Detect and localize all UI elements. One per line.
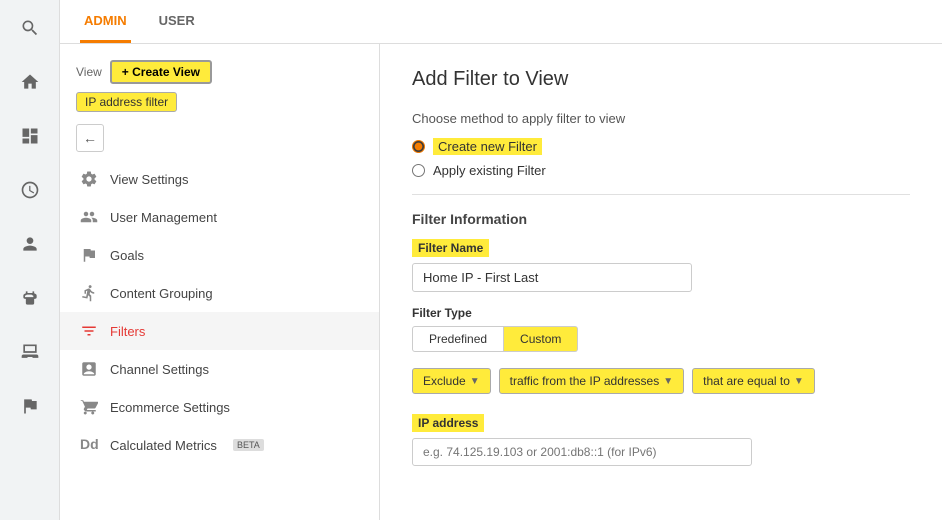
filter-name-field: Filter Name	[412, 239, 910, 292]
radio-create-new-input[interactable]	[412, 140, 425, 153]
goals-label: Goals	[110, 248, 144, 263]
exclude-arrow-icon: ▼	[470, 376, 480, 387]
sidebar-item-channel-settings[interactable]: Channel Settings	[60, 350, 379, 388]
home-icon[interactable]	[12, 64, 48, 100]
tab-admin[interactable]: ADMIN	[80, 1, 131, 43]
divider-1	[412, 194, 910, 195]
sidebar-item-content-grouping[interactable]: Content Grouping	[60, 274, 379, 312]
fork-icon[interactable]	[12, 280, 48, 316]
user-management-label: User Management	[110, 210, 217, 225]
ecommerce-icon	[80, 398, 98, 416]
filter-info-title: Filter Information	[412, 211, 910, 227]
content-grouping-icon	[80, 284, 98, 302]
create-view-button[interactable]: + Create View	[110, 60, 212, 84]
calculated-metrics-icon: Dd	[80, 436, 98, 454]
sidebar: View + Create View IP address filter ← V…	[60, 44, 380, 520]
ip-address-input[interactable]	[412, 438, 752, 466]
filter-type-field: Filter Type Predefined Custom	[412, 306, 910, 352]
channel-settings-label: Channel Settings	[110, 362, 209, 377]
content-area: View + Create View IP address filter ← V…	[60, 44, 942, 520]
content-grouping-label: Content Grouping	[110, 286, 213, 301]
radio-create-new-label: Create new Filter	[433, 138, 542, 155]
view-settings-label: View Settings	[110, 172, 189, 187]
radio-apply-existing[interactable]: Apply existing Filter	[412, 163, 910, 178]
person-icon[interactable]	[12, 226, 48, 262]
beta-badge: BETA	[233, 439, 264, 451]
ip-address-label: IP address	[412, 414, 484, 432]
filter-type-buttons: Predefined Custom	[412, 326, 910, 352]
sidebar-item-user-management[interactable]: User Management	[60, 198, 379, 236]
sidebar-item-filters[interactable]: Filters	[60, 312, 379, 350]
user-management-icon	[80, 208, 98, 226]
ecommerce-label: Ecommerce Settings	[110, 400, 230, 415]
channel-settings-icon	[80, 360, 98, 378]
sidebar-item-calculated-metrics[interactable]: Dd Calculated Metrics BETA	[60, 426, 379, 464]
goals-icon	[80, 246, 98, 264]
filter-type-label: Filter Type	[412, 306, 910, 320]
filter-type-predefined[interactable]: Predefined	[412, 326, 504, 352]
filters-icon	[80, 322, 98, 340]
sidebar-item-view-settings[interactable]: View Settings	[60, 160, 379, 198]
flag-icon[interactable]	[12, 388, 48, 424]
view-label: View	[76, 65, 102, 79]
ip-address-section: IP address	[412, 414, 910, 466]
filter-name-label: Filter Name	[412, 239, 489, 257]
choose-method-label: Choose method to apply filter to view	[412, 111, 910, 126]
exclude-label: Exclude	[423, 374, 466, 388]
sidebar-item-goals[interactable]: Goals	[60, 236, 379, 274]
right-content: Add Filter to View Choose method to appl…	[380, 44, 942, 520]
filter-row: Exclude ▼ traffic from the IP addresses …	[412, 368, 910, 394]
calculated-metrics-label: Calculated Metrics	[110, 438, 217, 453]
that-label: that are equal to	[703, 374, 790, 388]
view-settings-icon	[80, 170, 98, 188]
search-icon[interactable]	[12, 10, 48, 46]
radio-apply-existing-label: Apply existing Filter	[433, 163, 546, 178]
radio-apply-existing-input[interactable]	[412, 164, 425, 177]
from-dropdown[interactable]: traffic from the IP addresses ▼	[499, 368, 685, 394]
filter-type-custom[interactable]: Custom	[504, 326, 578, 352]
radio-create-new[interactable]: Create new Filter	[412, 138, 910, 155]
main-layout: ADMIN USER View + Create View IP address…	[60, 0, 942, 520]
dashboard-icon[interactable]	[12, 118, 48, 154]
view-row: View + Create View	[60, 52, 379, 92]
monitor-icon[interactable]	[12, 334, 48, 370]
exclude-dropdown[interactable]: Exclude ▼	[412, 368, 491, 394]
back-button[interactable]: ←	[76, 124, 104, 152]
that-dropdown[interactable]: that are equal to ▼	[692, 368, 815, 394]
page-title: Add Filter to View	[412, 68, 910, 91]
filters-label: Filters	[110, 324, 145, 339]
that-arrow-icon: ▼	[794, 376, 804, 387]
radio-group: Create new Filter Apply existing Filter	[412, 138, 910, 178]
filter-name-input[interactable]	[412, 263, 692, 292]
from-label: traffic from the IP addresses	[510, 374, 660, 388]
ip-filter-badge[interactable]: IP address filter	[76, 92, 177, 112]
clock-icon[interactable]	[12, 172, 48, 208]
tab-user[interactable]: USER	[155, 1, 199, 43]
top-nav: ADMIN USER	[60, 0, 942, 44]
sidebar-item-ecommerce-settings[interactable]: Ecommerce Settings	[60, 388, 379, 426]
from-arrow-icon: ▼	[663, 376, 673, 387]
icon-bar	[0, 0, 60, 520]
